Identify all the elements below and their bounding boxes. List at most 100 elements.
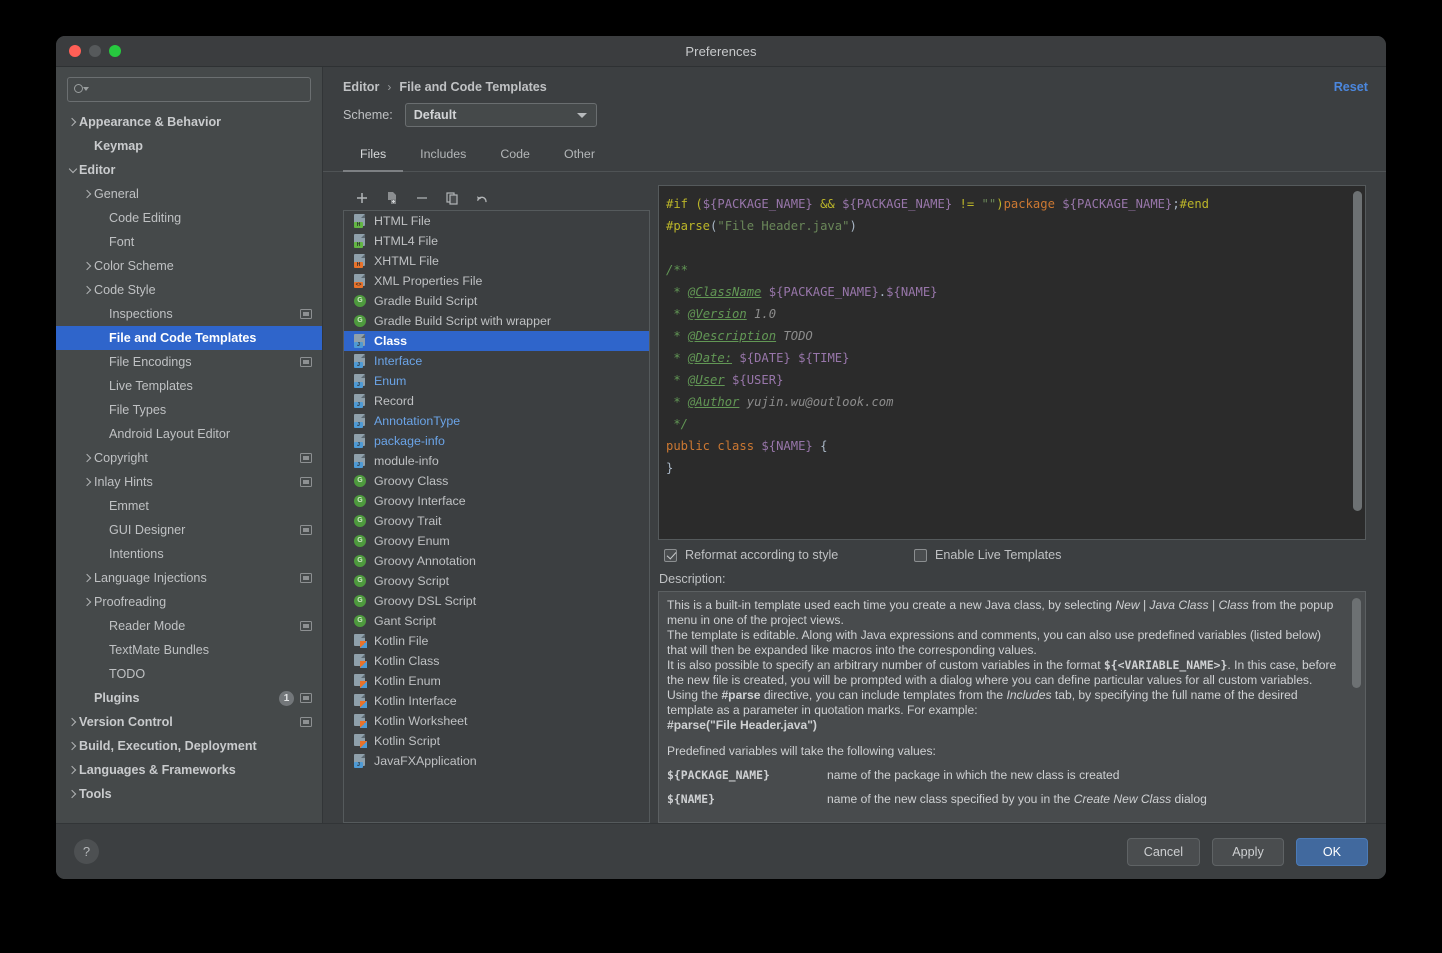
- chevron-right-icon[interactable]: [81, 453, 94, 463]
- chevron-right-icon[interactable]: [81, 597, 94, 607]
- tab-files[interactable]: Files: [343, 141, 404, 172]
- chevron-right-icon[interactable]: [66, 741, 79, 751]
- list-item[interactable]: G Gradle Build Script with wrapper: [344, 311, 649, 331]
- breadcrumb-parent[interactable]: Editor: [343, 80, 379, 94]
- tab-includes[interactable]: Includes: [403, 141, 483, 172]
- cancel-button[interactable]: Cancel: [1126, 837, 1200, 866]
- list-item[interactable]: Kotlin Interface: [344, 691, 649, 711]
- list-item[interactable]: G Gradle Build Script: [344, 291, 649, 311]
- sidebar-item-color-scheme[interactable]: Color Scheme: [56, 254, 322, 278]
- sidebar-item-language-injections[interactable]: Language Injections: [56, 566, 322, 590]
- chevron-right-icon[interactable]: [81, 573, 94, 583]
- list-item[interactable]: G Gant Script: [344, 611, 649, 631]
- list-item[interactable]: Kotlin File: [344, 631, 649, 651]
- description-scrollbar[interactable]: [1352, 598, 1361, 816]
- tab-other[interactable]: Other: [547, 141, 612, 172]
- description-scrollbar-thumb[interactable]: [1352, 598, 1361, 688]
- search-input[interactable]: [89, 82, 304, 97]
- chevron-right-icon[interactable]: [66, 117, 79, 127]
- list-item[interactable]: G Groovy DSL Script: [344, 591, 649, 611]
- reformat-checkbox-row[interactable]: Reformat according to style: [664, 548, 914, 562]
- list-item[interactable]: J Interface: [344, 351, 649, 371]
- sidebar-item-intentions[interactable]: Intentions: [56, 542, 322, 566]
- chevron-right-icon[interactable]: [81, 261, 94, 271]
- reformat-checkbox[interactable]: [664, 548, 677, 562]
- sidebar-item-font[interactable]: Font: [56, 230, 322, 254]
- template-code-editor[interactable]: #if (${PACKAGE_NAME} && ${PACKAGE_NAME} …: [658, 185, 1366, 540]
- list-item[interactable]: J Class: [344, 331, 649, 351]
- ok-button[interactable]: OK: [1296, 837, 1368, 866]
- list-item[interactable]: G Groovy Script: [344, 571, 649, 591]
- list-item[interactable]: Kotlin Enum: [344, 671, 649, 691]
- code-scrollbar-thumb[interactable]: [1353, 191, 1362, 511]
- sidebar-item-file-encodings[interactable]: File Encodings: [56, 350, 322, 374]
- template-list[interactable]: H HTML File H HTML4 File H XHTML File <> XML Pr…: [343, 210, 650, 823]
- sidebar-item-textmate-bundles[interactable]: TextMate Bundles: [56, 638, 322, 662]
- apply-button[interactable]: Apply: [1212, 837, 1284, 866]
- copy-template-icon[interactable]: [384, 190, 400, 206]
- list-item[interactable]: Jpackage-info: [344, 431, 649, 451]
- list-item[interactable]: H XHTML File: [344, 251, 649, 271]
- tab-code[interactable]: Code: [483, 141, 547, 172]
- reset-link[interactable]: Reset: [1334, 80, 1368, 94]
- sidebar-item-file-types[interactable]: File Types: [56, 398, 322, 422]
- close-light[interactable]: [69, 45, 81, 57]
- sidebar-item-code-style[interactable]: Code Style: [56, 278, 322, 302]
- minus-icon[interactable]: [414, 190, 430, 206]
- chevron-right-icon[interactable]: [81, 285, 94, 295]
- list-item[interactable]: Kotlin Script: [344, 731, 649, 751]
- sidebar-item-inspections[interactable]: Inspections: [56, 302, 322, 326]
- sidebar-item-general[interactable]: General: [56, 182, 322, 206]
- sidebar-item-plugins[interactable]: Plugins 1: [56, 686, 322, 710]
- sidebar-item-keymap[interactable]: Keymap: [56, 134, 322, 158]
- list-item[interactable]: <> XML Properties File: [344, 271, 649, 291]
- maximize-light[interactable]: [109, 45, 121, 57]
- help-button[interactable]: ?: [74, 839, 99, 864]
- sidebar-item-emmet[interactable]: Emmet: [56, 494, 322, 518]
- sidebar-item-todo[interactable]: TODO: [56, 662, 322, 686]
- code-scrollbar[interactable]: [1353, 191, 1362, 534]
- sidebar-item-languages-frameworks[interactable]: Languages & Frameworks: [56, 758, 322, 782]
- live-templates-checkbox-row[interactable]: Enable Live Templates: [914, 548, 1061, 562]
- sidebar-item-gui-designer[interactable]: GUI Designer: [56, 518, 322, 542]
- list-item[interactable]: G Groovy Annotation: [344, 551, 649, 571]
- sidebar-item-version-control[interactable]: Version Control: [56, 710, 322, 734]
- list-item[interactable]: Jmodule-info: [344, 451, 649, 471]
- list-item[interactable]: H HTML4 File: [344, 231, 649, 251]
- list-item[interactable]: H HTML File: [344, 211, 649, 231]
- live-templates-checkbox[interactable]: [914, 548, 927, 562]
- sidebar-item-appearance-behavior[interactable]: Appearance & Behavior: [56, 110, 322, 134]
- sidebar-item-tools[interactable]: Tools: [56, 782, 322, 806]
- chevron-down-icon[interactable]: [66, 164, 79, 173]
- list-item[interactable]: Kotlin Class: [344, 651, 649, 671]
- list-item[interactable]: J Record: [344, 391, 649, 411]
- sidebar-item-copyright[interactable]: Copyright: [56, 446, 322, 470]
- list-item[interactable]: J AnnotationType: [344, 411, 649, 431]
- minimize-light[interactable]: [89, 45, 101, 57]
- scheme-dropdown[interactable]: Default: [404, 103, 597, 127]
- sidebar-item-proofreading[interactable]: Proofreading: [56, 590, 322, 614]
- template-code-text[interactable]: #if (${PACKAGE_NAME} && ${PACKAGE_NAME} …: [659, 186, 1365, 479]
- chevron-right-icon[interactable]: [81, 477, 94, 487]
- reset-undo-icon[interactable]: [474, 190, 490, 206]
- chevron-right-icon[interactable]: [66, 717, 79, 727]
- list-item[interactable]: J Enum: [344, 371, 649, 391]
- sidebar-item-code-editing[interactable]: Code Editing: [56, 206, 322, 230]
- sidebar-item-inlay-hints[interactable]: Inlay Hints: [56, 470, 322, 494]
- search-box[interactable]: [67, 77, 311, 102]
- chevron-right-icon[interactable]: [81, 189, 94, 199]
- sidebar-item-android-layout-editor[interactable]: Android Layout Editor: [56, 422, 322, 446]
- list-item[interactable]: G Groovy Enum: [344, 531, 649, 551]
- plus-icon[interactable]: [354, 190, 370, 206]
- list-item[interactable]: G Groovy Interface: [344, 491, 649, 511]
- chevron-right-icon[interactable]: [66, 765, 79, 775]
- list-item[interactable]: Kotlin Worksheet: [344, 711, 649, 731]
- chevron-right-icon[interactable]: [66, 789, 79, 799]
- list-item[interactable]: G Groovy Trait: [344, 511, 649, 531]
- sidebar-item-live-templates[interactable]: Live Templates: [56, 374, 322, 398]
- sidebar-item-build-execution-deployment[interactable]: Build, Execution, Deployment: [56, 734, 322, 758]
- list-item[interactable]: G Groovy Class: [344, 471, 649, 491]
- list-item[interactable]: J JavaFXApplication: [344, 751, 649, 771]
- sidebar-item-editor[interactable]: Editor: [56, 158, 322, 182]
- clone-icon[interactable]: [444, 190, 460, 206]
